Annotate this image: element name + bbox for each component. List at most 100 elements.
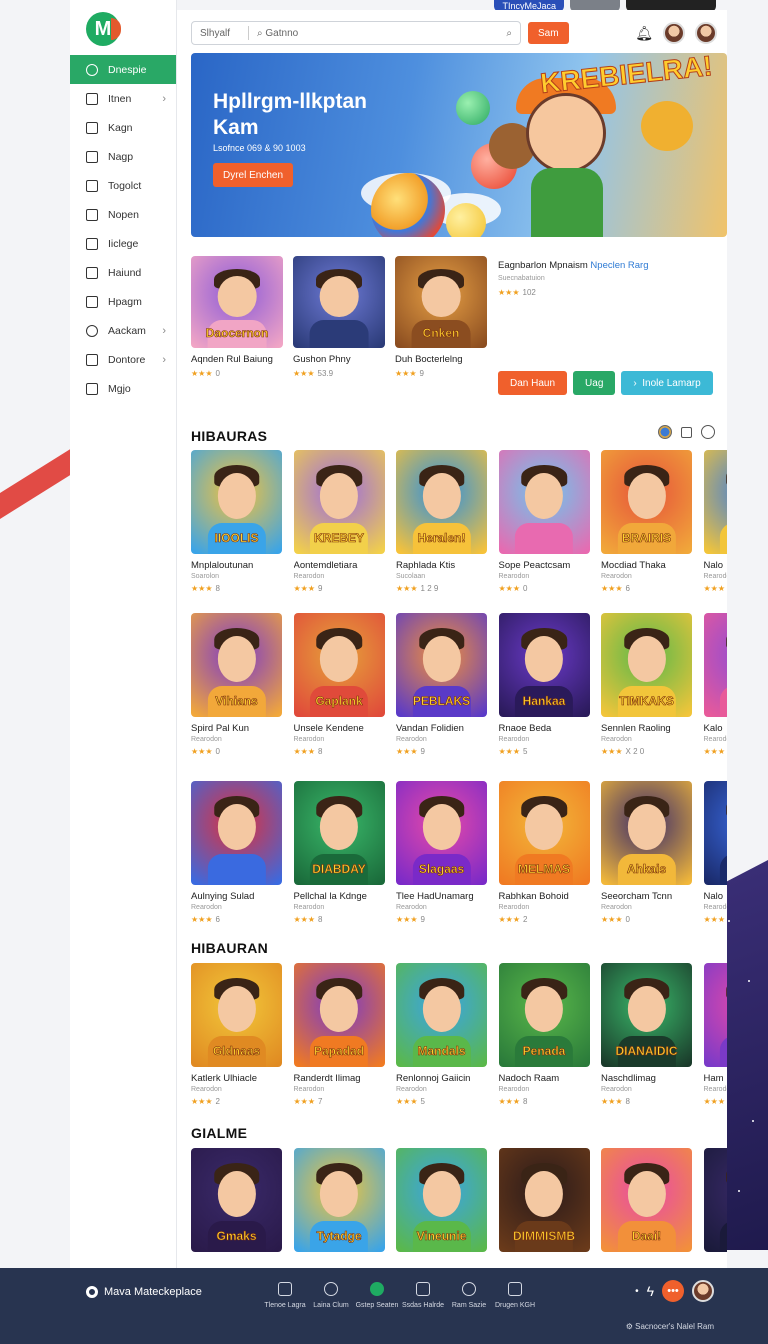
more-button[interactable]: ••• bbox=[662, 1280, 684, 1302]
footer-brand[interactable]: Mava Mateckeplace bbox=[86, 1286, 202, 1298]
card-thumbnail[interactable]: DIANAIDIC bbox=[601, 963, 692, 1067]
game-card[interactable]: Ahkais Seeorcham Tcnn Rearodon ★★★ 0 bbox=[601, 781, 692, 924]
game-card[interactable]: Vihians Spird Pal Kun Rearodon ★★★ 0 bbox=[191, 613, 282, 756]
game-card[interactable]: Gmaks bbox=[191, 1148, 282, 1252]
filter-icon[interactable] bbox=[681, 426, 692, 438]
avatar-secondary[interactable] bbox=[695, 22, 717, 44]
sidebar-item-10[interactable]: Dontore › bbox=[70, 345, 176, 374]
game-card[interactable]: TIMKAKS Sennlen Raoling Rearodon ★★★ X 2 0 bbox=[601, 613, 692, 756]
footer-nav-item-0[interactable]: Tlenoe Lagra bbox=[262, 1282, 308, 1310]
sidebar-item-1[interactable]: Itnen › bbox=[70, 84, 176, 113]
game-card[interactable]: KREBEY Aontemdletiara Rearodon ★★★ 9 bbox=[293, 450, 385, 593]
card-thumbnail[interactable] bbox=[703, 450, 727, 554]
hero-cta-button[interactable]: Dyrel Enchen bbox=[213, 163, 294, 187]
game-card[interactable]: Vineunie bbox=[396, 1148, 487, 1252]
card-thumbnail[interactable] bbox=[703, 781, 727, 885]
footer-nav-item-2[interactable]: Gstep Seaten bbox=[354, 1282, 400, 1310]
card-thumbnail[interactable]: Cnken bbox=[395, 256, 487, 348]
game-card[interactable]: Penada Nadoch Raam Rearodon ★★★ 8 bbox=[498, 963, 590, 1106]
card-thumbnail[interactable]: Penada bbox=[498, 963, 590, 1067]
card-thumbnail[interactable]: Daai! bbox=[601, 1148, 692, 1252]
footer-nav-item-3[interactable]: Ssdas Halrde bbox=[400, 1282, 446, 1310]
card-thumbnail[interactable]: DIMMISMB bbox=[498, 1148, 590, 1252]
header-action-button[interactable]: Sam bbox=[528, 22, 569, 44]
sidebar-item-9[interactable]: Aackam › bbox=[70, 316, 176, 345]
sidebar-item-6[interactable]: Iiclege bbox=[70, 229, 176, 258]
avatar[interactable] bbox=[663, 22, 685, 44]
sidebar-item-2[interactable]: Kagn bbox=[70, 113, 176, 142]
featured-card[interactable]: Gushon Phny ★★★ 53.9 bbox=[293, 256, 385, 378]
game-card[interactable]: BRAIRIS Mocdiad Thaka Rearodon ★★★ 6 bbox=[601, 450, 692, 593]
sidebar-item-3[interactable]: Nagp bbox=[70, 142, 176, 171]
card-thumbnail[interactable]: Hankaa bbox=[498, 613, 590, 717]
footer-nav-item-5[interactable]: Drugen KGH bbox=[492, 1282, 538, 1310]
card-thumbnail[interactable]: Papadad bbox=[293, 963, 385, 1067]
card-thumbnail[interactable] bbox=[703, 1148, 727, 1252]
avatar[interactable] bbox=[692, 1280, 714, 1302]
game-card[interactable]: PEBLAKS Vandan Folidien Rearodon ★★★ 9 bbox=[396, 613, 487, 756]
sidebar-item-8[interactable]: Hpagm bbox=[70, 287, 176, 316]
game-card[interactable]: Ham Rearodon ★★★ bbox=[703, 963, 727, 1106]
card-thumbnail[interactable]: MELMAS bbox=[498, 781, 590, 885]
bell-icon[interactable]: 🔔︎ bbox=[635, 25, 653, 42]
game-card[interactable]: Nalo Rearodon ★★★ bbox=[703, 781, 727, 924]
game-card[interactable]: IIOOLIS Mnplaloutunan Soarolon ★★★ 8 bbox=[191, 450, 282, 593]
game-card[interactable]: Gldnaas Katlerk Ulhiacle Rearodon ★★★ 2 bbox=[191, 963, 282, 1106]
game-card[interactable]: Slagaas Tlee HadUnamarg Rearodon ★★★ 9 bbox=[396, 781, 487, 924]
game-card[interactable]: Hankaa Rnaoe Beda Rearodon ★★★ 5 bbox=[498, 613, 590, 756]
card-thumbnail[interactable]: Tytadge bbox=[293, 1148, 385, 1252]
promo-button-primary[interactable]: Dan Haun bbox=[498, 371, 568, 395]
promo-title-accent[interactable]: Npeclen Rarg bbox=[590, 260, 648, 271]
game-card[interactable]: Aulnying Sulad Rearodon ★★★ 6 bbox=[191, 781, 282, 924]
game-card[interactable]: Papadad Randerdt Ilimag Rearodon ★★★ 7 bbox=[293, 963, 385, 1106]
sidebar-item-7[interactable]: Haiund bbox=[70, 258, 176, 287]
game-card[interactable]: DIANAIDIC Naschdlimag Rearodon ★★★ 8 bbox=[601, 963, 692, 1106]
game-card[interactable]: Tytadge bbox=[293, 1148, 385, 1252]
game-card[interactable]: Heralen! Raphlada Ktis Sucolaan ★★★ 1 2 9 bbox=[396, 450, 487, 593]
footer-nav-item-4[interactable]: Ram Sazie bbox=[446, 1282, 492, 1310]
sidebar-item-4[interactable]: Togolct bbox=[70, 171, 176, 200]
sidebar-item-11[interactable]: Mgjo bbox=[70, 374, 176, 403]
game-card[interactable] bbox=[703, 1148, 727, 1252]
card-thumbnail[interactable]: Mandals bbox=[396, 963, 487, 1067]
promo-button-tertiary[interactable]: › Inole Lamarp bbox=[621, 371, 713, 395]
sidebar-item-0[interactable]: Dnespie bbox=[70, 55, 176, 84]
game-card[interactable]: Nalo Rearodon ★★★ bbox=[703, 450, 727, 593]
sidebar-item-5[interactable]: Nopen bbox=[70, 200, 176, 229]
search-icon[interactable] bbox=[701, 425, 715, 439]
card-thumbnail[interactable] bbox=[703, 613, 727, 717]
card-thumbnail[interactable]: Daocernon bbox=[191, 256, 283, 348]
game-card[interactable]: Daai! bbox=[601, 1148, 692, 1252]
card-thumbnail[interactable] bbox=[293, 256, 385, 348]
card-thumbnail[interactable]: KREBEY bbox=[293, 450, 385, 554]
card-thumbnail[interactable]: PEBLAKS bbox=[396, 613, 487, 717]
search-icon[interactable]: ⌕ bbox=[506, 28, 512, 39]
game-card[interactable]: Gaplank Unsele Kendene Rearodon ★★★ 8 bbox=[293, 613, 385, 756]
card-thumbnail[interactable]: Heralen! bbox=[396, 450, 487, 554]
card-thumbnail[interactable]: TIMKAKS bbox=[601, 613, 692, 717]
card-thumbnail[interactable]: IIOOLIS bbox=[191, 450, 282, 554]
footer-nav-item-1[interactable]: Laina Clum bbox=[308, 1282, 354, 1310]
card-thumbnail[interactable]: Ahkais bbox=[601, 781, 692, 885]
card-thumbnail[interactable]: Gmaks bbox=[191, 1148, 282, 1252]
card-thumbnail[interactable]: DIABDAY bbox=[293, 781, 385, 885]
card-thumbnail[interactable] bbox=[498, 450, 590, 554]
card-thumbnail[interactable]: Gldnaas bbox=[191, 963, 282, 1067]
flash-icon[interactable]: ϟ bbox=[647, 1283, 654, 1299]
globe-icon[interactable] bbox=[658, 425, 672, 439]
game-card[interactable]: DIABDAY Pellchal la Kdnge Rearodon ★★★ 8 bbox=[293, 781, 385, 924]
card-thumbnail[interactable] bbox=[191, 781, 282, 885]
card-thumbnail[interactable]: Vineunie bbox=[396, 1148, 487, 1252]
game-card[interactable]: DIMMISMB bbox=[498, 1148, 590, 1252]
game-card[interactable]: Sope Peactcsam Rearodon ★★★ 0 bbox=[498, 450, 590, 593]
hero-banner[interactable]: Hpllrgm-llkptan Kam Lsofnce 069 & 90 100… bbox=[191, 53, 727, 237]
brand-logo[interactable]: M bbox=[86, 12, 121, 46]
featured-card[interactable]: Daocernon Aqnden Rul Baiung ★★★ 0 bbox=[191, 256, 283, 378]
search-input[interactable]: Slhyalf ⌕ Gatnno ⌕ bbox=[191, 21, 521, 45]
promo-button-secondary[interactable]: Uag bbox=[573, 371, 616, 395]
game-card[interactable]: MELMAS Rabhkan Bohoid Rearodon ★★★ 2 bbox=[498, 781, 590, 924]
featured-card[interactable]: Cnken Duh Bocterlelng ★★★ 9 bbox=[395, 256, 487, 378]
card-thumbnail[interactable] bbox=[703, 963, 727, 1067]
game-card[interactable]: Mandals Renlonnoj Gaiicin Rearodon ★★★ 5 bbox=[396, 963, 487, 1106]
card-thumbnail[interactable]: Vihians bbox=[191, 613, 282, 717]
